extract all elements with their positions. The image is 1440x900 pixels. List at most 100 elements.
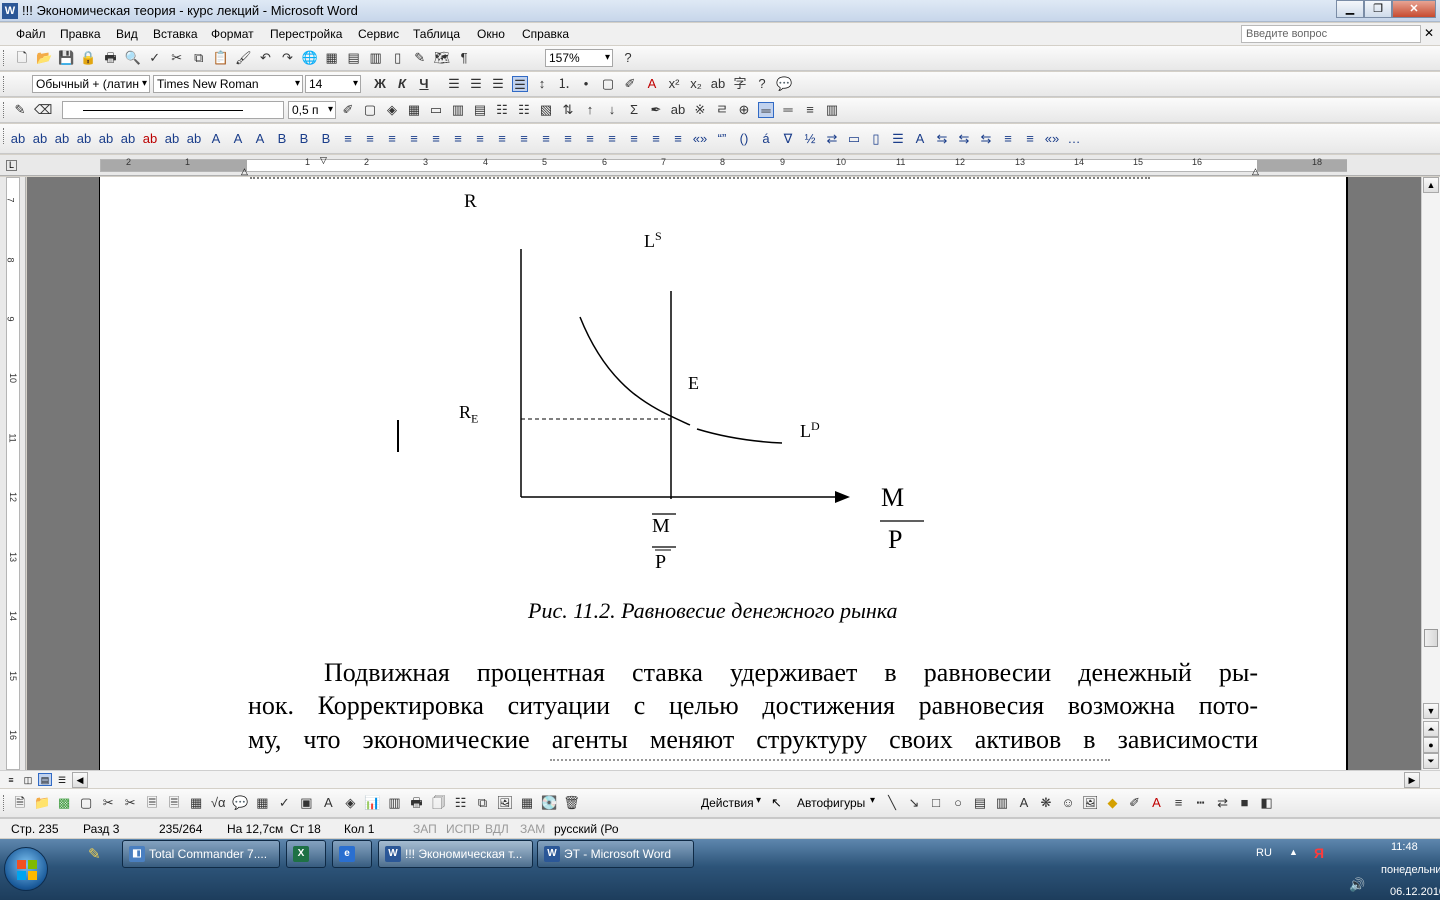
open-icon[interactable]: 📂 bbox=[36, 50, 52, 66]
document-page[interactable]: R LS E RE LD M P M P Рис. 11.2. Равновес… bbox=[99, 177, 1348, 770]
page-icon[interactable]: 🗏 bbox=[166, 795, 182, 811]
format-icon[interactable]: ≡ bbox=[1000, 131, 1016, 147]
menu-table[interactable]: Таблица bbox=[413, 27, 460, 41]
redo-icon[interactable]: ↷ bbox=[279, 50, 295, 66]
paragraph-icon[interactable]: ≡ bbox=[538, 131, 554, 147]
paragraph-icon[interactable]: ≡ bbox=[406, 131, 422, 147]
parentheses-icon[interactable]: () bbox=[736, 131, 752, 147]
taskbar-item-economics-word[interactable]: W !!! Экономическая т... bbox=[378, 840, 533, 868]
columns-icon[interactable]: ▯ bbox=[390, 50, 406, 66]
paragraph-icon[interactable]: ≡ bbox=[472, 131, 488, 147]
font-small-icon[interactable]: A bbox=[208, 131, 224, 147]
bold-b-icon[interactable]: B bbox=[318, 131, 334, 147]
border-color-icon[interactable]: ✐ bbox=[340, 102, 356, 118]
cut-icon[interactable]: ✂ bbox=[169, 50, 185, 66]
zoom-select[interactable]: 157% bbox=[545, 49, 613, 67]
start-button[interactable] bbox=[4, 847, 48, 891]
text-effect-icon[interactable]: ab bbox=[186, 131, 202, 147]
copy-icon[interactable]: ⧉ bbox=[191, 50, 207, 66]
font-medium-icon[interactable]: A bbox=[230, 131, 246, 147]
line-weight-select[interactable]: 0,5 п bbox=[288, 101, 336, 119]
help-icon[interactable]: ? bbox=[620, 50, 636, 66]
distribute-columns-icon[interactable]: ☷ bbox=[516, 102, 532, 118]
disk-icon[interactable]: 💽 bbox=[541, 795, 557, 811]
letter-icon[interactable]: ㄹ bbox=[714, 102, 730, 118]
split-cells-icon[interactable]: ▥ bbox=[450, 102, 466, 118]
quick-launch-icon[interactable]: ✎ bbox=[88, 845, 106, 863]
status-language[interactable]: русский (Ро bbox=[554, 822, 619, 836]
italic-button[interactable]: К bbox=[394, 76, 410, 92]
highlight-icon[interactable]: ✐ bbox=[622, 76, 638, 92]
oval-icon[interactable]: ○ bbox=[950, 795, 966, 811]
insert-table-icon[interactable]: ▤ bbox=[346, 50, 362, 66]
first-line-indent-marker[interactable]: ▽ bbox=[320, 155, 327, 166]
align-cell-icon[interactable]: ▤ bbox=[472, 102, 488, 118]
status-record-macro[interactable]: ЗАП bbox=[413, 822, 437, 836]
arrows-icon[interactable]: ⇄ bbox=[824, 131, 840, 147]
scissors-icon[interactable]: ✂ bbox=[100, 795, 116, 811]
autoformat-icon[interactable]: ▧ bbox=[538, 102, 554, 118]
paragraph-icon[interactable]: ≡ bbox=[450, 131, 466, 147]
bar-chart-icon[interactable]: ▥ bbox=[387, 795, 403, 811]
rectangle-icon[interactable]: □ bbox=[928, 795, 944, 811]
text-effect-icon[interactable]: ab bbox=[98, 131, 114, 147]
merge-cells-icon[interactable]: ▭ bbox=[428, 102, 444, 118]
left-indent-marker[interactable]: △ bbox=[241, 166, 248, 177]
frame-icon[interactable]: ▣ bbox=[298, 795, 314, 811]
paragraph-icon[interactable]: ≡ bbox=[670, 131, 686, 147]
arrow-icon[interactable]: ↘ bbox=[906, 795, 922, 811]
arrow-style-icon[interactable]: ⇄ bbox=[1215, 795, 1231, 811]
line-spacing-icon[interactable]: ↕ bbox=[534, 76, 550, 92]
actions-menu[interactable]: Действия bbox=[701, 796, 754, 810]
check-icon[interactable]: ✓ bbox=[276, 795, 292, 811]
page-icon[interactable]: 🗏 bbox=[144, 795, 160, 811]
frame-empty-icon[interactable]: ▢ bbox=[78, 795, 94, 811]
paragraph-icon[interactable]: ≡ bbox=[604, 131, 620, 147]
line-icon[interactable]: ╲ bbox=[884, 795, 900, 811]
research-icon[interactable]: ? bbox=[754, 76, 770, 92]
more-icon[interactable]: … bbox=[1066, 131, 1082, 147]
circle-icon[interactable]: ⊕ bbox=[736, 102, 752, 118]
scroll-right-button[interactable]: ▶ bbox=[1404, 772, 1420, 788]
justify-icon[interactable]: ☰ bbox=[512, 76, 528, 92]
menu-insert[interactable]: Вставка bbox=[153, 27, 198, 41]
autosum-icon[interactable]: Σ bbox=[626, 102, 642, 118]
clock-time[interactable]: 11:48 bbox=[1391, 841, 1418, 853]
quotes-icon[interactable]: «» bbox=[692, 131, 708, 147]
status-track-changes[interactable]: ИСПР bbox=[446, 822, 480, 836]
text-effect-icon[interactable]: ab bbox=[142, 131, 158, 147]
accent-icon[interactable]: á bbox=[758, 131, 774, 147]
text-effect-icon[interactable]: ab bbox=[10, 131, 26, 147]
undo-icon[interactable]: ↶ bbox=[257, 50, 273, 66]
scissors-icon[interactable]: ✂ bbox=[122, 795, 138, 811]
menu-rearrange[interactable]: Перестройка bbox=[270, 27, 342, 41]
toolbar-grip[interactable] bbox=[3, 795, 6, 811]
paragraph-icon[interactable]: ≡ bbox=[582, 131, 598, 147]
paragraph-icon[interactable]: ≡ bbox=[384, 131, 400, 147]
text-effect-icon[interactable]: ab bbox=[32, 131, 48, 147]
sort-ascending-icon[interactable]: ↑ bbox=[582, 102, 598, 118]
word-app-icon[interactable]: W bbox=[2, 3, 18, 19]
comment-icon[interactable]: 💬 bbox=[232, 795, 248, 811]
format-painter-icon[interactable]: 🖌 bbox=[235, 50, 252, 66]
paragraph-icon[interactable]: ≡ bbox=[648, 131, 664, 147]
bold-b-icon[interactable]: B bbox=[296, 131, 312, 147]
paragraph-icon[interactable]: ≡ bbox=[362, 131, 378, 147]
underline-button[interactable]: Ч bbox=[416, 76, 432, 92]
insert-excel-icon[interactable]: ▥ bbox=[368, 50, 384, 66]
paragraph-icon[interactable]: ≡ bbox=[428, 131, 444, 147]
double-line-icon[interactable]: ═ bbox=[780, 102, 796, 118]
pen-icon[interactable]: ✒ bbox=[648, 102, 664, 118]
paragraph-icon[interactable]: ≡ bbox=[340, 131, 356, 147]
text-box-icon[interactable]: ▯ bbox=[868, 131, 884, 147]
vertical-scrollbar[interactable]: ▲ ▼ ⏶ ● ⏷ bbox=[1421, 177, 1440, 770]
next-page-button[interactable]: ⏷ bbox=[1423, 753, 1439, 769]
frame-icon[interactable]: ▭ bbox=[846, 131, 862, 147]
right-indent-marker[interactable]: △ bbox=[1252, 166, 1259, 177]
spelling-icon[interactable]: ab bbox=[670, 102, 686, 118]
scroll-down-button[interactable]: ▼ bbox=[1423, 703, 1439, 719]
show-hide-icon[interactable]: ¶ bbox=[456, 50, 472, 66]
paste-icon[interactable]: 📋 bbox=[213, 50, 229, 66]
align-right-icon[interactable]: ☰ bbox=[490, 76, 506, 92]
language-indicator[interactable]: RU bbox=[1256, 847, 1272, 859]
